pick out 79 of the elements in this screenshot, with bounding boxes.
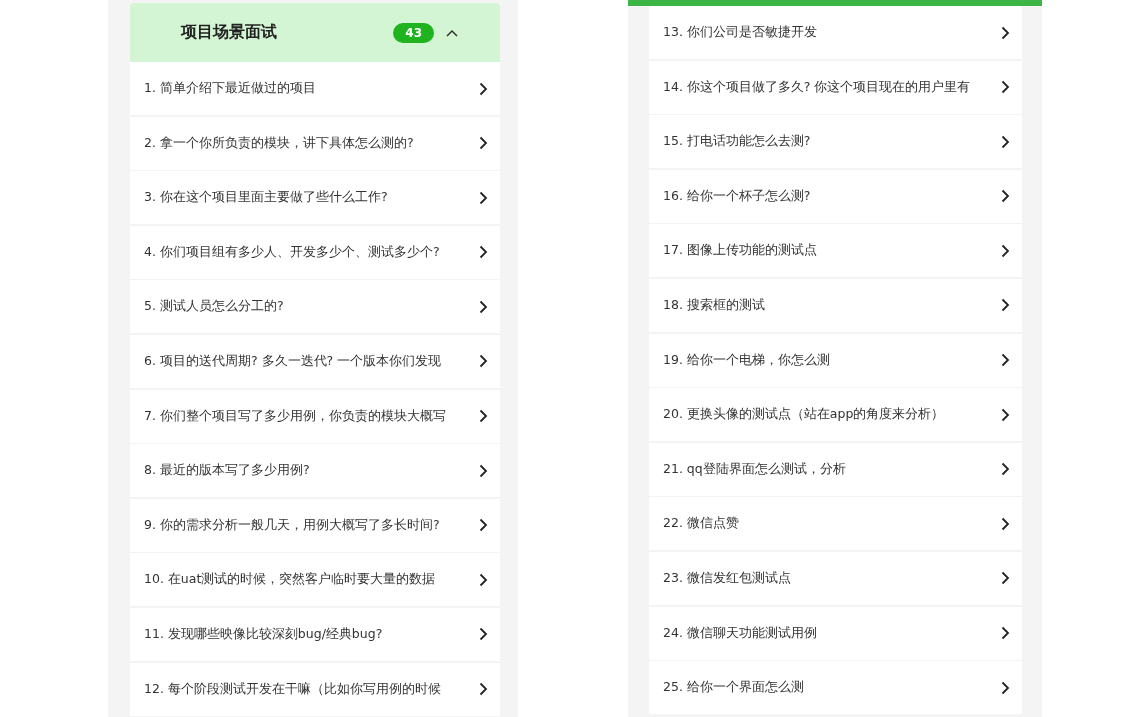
- chevron-right-icon: [479, 354, 488, 369]
- section-title: 项目场景面试: [181, 22, 278, 43]
- question-text: 20. 更换头像的测试点（站在app的角度来分析）: [663, 406, 946, 424]
- question-text: 10. 在uat测试的时候，突然客户临时要大量的数据: [144, 571, 437, 589]
- chevron-right-icon: [479, 518, 488, 533]
- question-text: 8. 最近的版本写了多少用例?: [144, 462, 311, 480]
- list-item[interactable]: 7. 你们整个项目写了多少用例，你负责的模块大概写: [130, 389, 500, 443]
- chevron-right-icon: [479, 572, 488, 587]
- list-item[interactable]: 25. 给你一个界面怎么测: [649, 661, 1022, 715]
- list-item[interactable]: 3. 你在这个项目里面主要做了些什么工作?: [130, 171, 500, 225]
- question-text: 25. 给你一个界面怎么测: [663, 679, 805, 697]
- question-text: 6. 项目的送代周期? 多久一迭代? 一个版本你们发现: [144, 352, 443, 370]
- question-text: 24. 微信聊天功能测试用例: [663, 624, 818, 642]
- question-text: 2. 拿一个你所负责的模块，讲下具体怎么测的?: [144, 134, 415, 152]
- question-text: 7. 你们整个项目写了多少用例，你负责的模块大概写: [144, 407, 447, 425]
- list-item[interactable]: 23. 微信发红包测试点: [649, 551, 1022, 605]
- question-text: 5. 测试人员怎么分工的?: [144, 298, 285, 316]
- section-header[interactable]: 项目场景面试 43: [130, 3, 500, 62]
- list-item[interactable]: 4. 你们项目组有多少人、开发多少个、测试多少个?: [130, 225, 500, 279]
- chevron-right-icon: [479, 299, 488, 314]
- list-item[interactable]: 17. 图像上传功能的测试点: [649, 224, 1022, 278]
- chevron-right-icon: [479, 190, 488, 205]
- chevron-right-icon: [479, 627, 488, 642]
- question-text: 14. 你这个项目做了多久? 你这个项目现在的用户里有: [663, 78, 972, 96]
- question-text: 19. 给你一个电梯，你怎么测: [663, 351, 831, 369]
- chevron-right-icon: [479, 682, 488, 697]
- list-item[interactable]: 13. 你们公司是否敏捷开发: [649, 6, 1022, 59]
- chevron-right-icon: [1001, 516, 1010, 531]
- question-text: 22. 微信点赞: [663, 515, 740, 533]
- list-item[interactable]: 21. qq登陆界面怎么测试，分析: [649, 442, 1022, 496]
- list-item[interactable]: 15. 打电话功能怎么去测?: [649, 115, 1022, 169]
- chevron-right-icon: [1001, 571, 1010, 586]
- chevron-right-icon: [479, 81, 488, 96]
- question-text: 17. 图像上传功能的测试点: [663, 242, 818, 260]
- count-badge: 43: [393, 22, 434, 43]
- chevron-right-icon: [1001, 626, 1010, 641]
- list-item[interactable]: 6. 项目的送代周期? 多久一迭代? 一个版本你们发现: [130, 334, 500, 388]
- list-item[interactable]: 12. 每个阶段测试开发在干嘛（比如你写用例的时候: [130, 662, 500, 716]
- chevron-right-icon: [479, 136, 488, 151]
- question-text: 23. 微信发红包测试点: [663, 569, 792, 587]
- list-item[interactable]: 11. 发现哪些映像比较深刻bug/经典bug?: [130, 607, 500, 661]
- question-text: 13. 你们公司是否敏捷开发: [663, 24, 818, 41]
- question-text: 16. 给你一个杯子怎么测?: [663, 187, 812, 205]
- question-text: 1. 简单介绍下最近做过的项目: [144, 80, 317, 97]
- list-item[interactable]: 8. 最近的版本写了多少用例?: [130, 444, 500, 498]
- chevron-right-icon: [1001, 25, 1010, 40]
- list-item[interactable]: 19. 给你一个电梯，你怎么测: [649, 333, 1022, 387]
- chevron-right-icon: [479, 463, 488, 478]
- list-item[interactable]: 1. 简单介绍下最近做过的项目: [130, 62, 500, 115]
- list-item[interactable]: 9. 你的需求分析一般几天，用例大概写了多长时间?: [130, 498, 500, 552]
- chevron-right-icon: [1001, 80, 1010, 95]
- question-text: 18. 搜索框的测试: [663, 296, 766, 314]
- chevron-right-icon: [1001, 189, 1010, 204]
- question-text: 4. 你们项目组有多少人、开发多少个、测试多少个?: [144, 243, 441, 261]
- list-item[interactable]: 16. 给你一个杯子怎么测?: [649, 169, 1022, 223]
- chevron-right-icon: [1001, 407, 1010, 422]
- list-item[interactable]: 24. 微信聊天功能测试用例: [649, 606, 1022, 660]
- chevron-right-icon: [479, 409, 488, 424]
- list-item[interactable]: 5. 测试人员怎么分工的?: [130, 280, 500, 334]
- question-text: 9. 你的需求分析一般几天，用例大概写了多长时间?: [144, 516, 441, 534]
- chevron-right-icon: [1001, 134, 1010, 149]
- question-text: 12. 每个阶段测试开发在干嘛（比如你写用例的时候: [144, 680, 442, 698]
- chevron-right-icon: [1001, 353, 1010, 368]
- chevron-right-icon: [1001, 243, 1010, 258]
- list-item[interactable]: 14. 你这个项目做了多久? 你这个项目现在的用户里有: [649, 60, 1022, 114]
- chevron-right-icon: [479, 245, 488, 260]
- chevron-right-icon: [1001, 680, 1010, 695]
- list-item[interactable]: 2. 拿一个你所负责的模块，讲下具体怎么测的?: [130, 116, 500, 170]
- chevron-right-icon: [1001, 462, 1010, 477]
- question-text: 11. 发现哪些映像比较深刻bug/经典bug?: [144, 625, 384, 643]
- question-text: 15. 打电话功能怎么去测?: [663, 133, 812, 151]
- question-text: 3. 你在这个项目里面主要做了些什么工作?: [144, 189, 389, 207]
- list-item[interactable]: 20. 更换头像的测试点（站在app的角度来分析）: [649, 388, 1022, 442]
- question-text: 21. qq登陆界面怎么测试，分析: [663, 460, 847, 478]
- list-item[interactable]: 10. 在uat测试的时候，突然客户临时要大量的数据: [130, 553, 500, 607]
- chevron-right-icon: [1001, 298, 1010, 313]
- list-item[interactable]: 22. 微信点赞: [649, 497, 1022, 551]
- list-item[interactable]: 18. 搜索框的测试: [649, 278, 1022, 332]
- caret-icon[interactable]: [446, 28, 458, 37]
